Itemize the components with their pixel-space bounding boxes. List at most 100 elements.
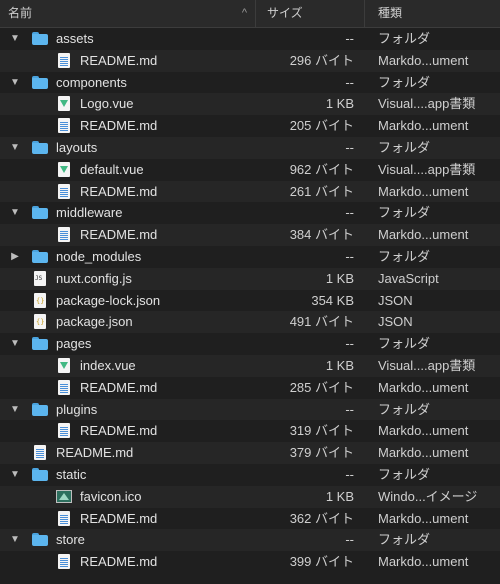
disclosure-closed-icon[interactable]: ▶ xyxy=(8,246,22,268)
file-row[interactable]: README.md 399 バイト Markdo...ument xyxy=(0,551,500,573)
item-size: -- xyxy=(345,336,354,352)
item-name: assets xyxy=(56,31,94,46)
disclosure-open-icon[interactable]: ▼ xyxy=(8,137,22,159)
folder-icon xyxy=(32,249,48,264)
sort-ascending-icon: ^ xyxy=(241,7,247,19)
column-header-kind[interactable]: 種類 xyxy=(366,0,500,27)
item-kind: フォルダ xyxy=(378,336,431,352)
item-kind: フォルダ xyxy=(378,31,431,46)
vue-file-icon xyxy=(56,357,72,373)
image-file-icon xyxy=(56,489,72,504)
item-kind: Markdo...ument xyxy=(378,118,469,134)
item-name: pages xyxy=(56,336,92,352)
item-kind: JSON xyxy=(378,292,413,308)
folder-icon xyxy=(32,337,48,351)
item-name: favicon.ico xyxy=(80,488,142,504)
item-name: README.md xyxy=(80,183,158,199)
file-row[interactable]: README.md 261 バイト Markdo...ument xyxy=(0,180,500,203)
disclosure-open-icon[interactable]: ▼ xyxy=(8,28,22,50)
item-kind: Markdo...ument xyxy=(378,227,469,243)
folder-icon xyxy=(32,140,48,155)
item-kind: フォルダ xyxy=(378,401,431,417)
folder-row[interactable]: ▼ plugins -- フォルダ xyxy=(0,398,500,421)
item-name: node_modules xyxy=(56,248,142,264)
disclosure-open-icon[interactable]: ▼ xyxy=(8,464,22,486)
item-kind: フォルダ xyxy=(378,466,431,482)
file-row[interactable]: README.md 296 バイト Markdo...ument xyxy=(0,49,500,72)
markdown-file-icon xyxy=(56,118,72,134)
item-size: 1 KB xyxy=(325,270,354,286)
markdown-file-icon xyxy=(32,445,48,461)
file-row[interactable]: {} package-lock.json 354 KB JSON xyxy=(0,290,500,312)
disclosure-open-icon[interactable]: ▼ xyxy=(8,399,22,421)
file-row[interactable]: README.md 362 バイト Markdo...ument xyxy=(0,508,500,530)
item-kind: フォルダ xyxy=(378,248,431,264)
folder-row[interactable]: ▼ assets -- フォルダ xyxy=(0,28,500,50)
column-header-size-label: サイズ xyxy=(267,6,303,20)
markdown-file-icon xyxy=(56,510,72,526)
disclosure-open-icon[interactable]: ▼ xyxy=(8,529,22,551)
item-name: README.md xyxy=(80,118,158,134)
item-size: 205 バイト xyxy=(289,118,354,134)
item-name: middleware xyxy=(56,205,123,221)
item-kind: Markdo...ument xyxy=(378,423,469,439)
markdown-file-icon xyxy=(56,554,72,570)
folder-row[interactable]: ▼ pages -- フォルダ xyxy=(0,333,500,355)
item-kind: フォルダ xyxy=(378,139,431,155)
disclosure-open-icon[interactable]: ▼ xyxy=(8,333,22,355)
item-name: layouts xyxy=(56,139,98,155)
item-name: README.md xyxy=(80,423,158,439)
folder-icon xyxy=(32,32,48,46)
item-size: 354 KB xyxy=(311,292,354,308)
file-row[interactable]: JS nuxt.config.js 1 KB JavaScript xyxy=(0,267,500,290)
file-row[interactable]: Logo.vue 1 KB Visual....app書類 xyxy=(0,93,500,116)
item-size: -- xyxy=(345,74,354,90)
markdown-file-icon xyxy=(56,227,72,243)
file-row[interactable]: favicon.ico 1 KB Windo...イメージ xyxy=(0,485,500,508)
file-row[interactable]: README.md 319 バイト Markdo...ument xyxy=(0,420,500,442)
item-kind: フォルダ xyxy=(378,205,431,221)
file-row[interactable]: README.md 384 バイト Markdo...ument xyxy=(0,224,500,246)
folder-row[interactable]: ▶ node_modules -- フォルダ xyxy=(0,246,500,268)
file-row[interactable]: index.vue 1 KB Visual....app書類 xyxy=(0,354,500,377)
folder-row[interactable]: ▼ layouts -- フォルダ xyxy=(0,136,500,159)
folder-row[interactable]: ▼ components -- フォルダ xyxy=(0,72,500,94)
column-header-name[interactable]: 名前 ^ xyxy=(0,0,256,27)
item-name: static xyxy=(56,466,87,482)
file-row[interactable]: {} package.json 491 バイト JSON xyxy=(0,311,500,334)
item-size: 399 バイト xyxy=(289,554,354,570)
item-kind: Windo...イメージ xyxy=(378,488,478,504)
file-row[interactable]: README.md 205 バイト Markdo...ument xyxy=(0,115,500,137)
item-name: README.md xyxy=(80,227,158,243)
file-row[interactable]: default.vue 962 バイト Visual....app書類 xyxy=(0,159,500,181)
item-size: 491 バイト xyxy=(289,314,354,330)
item-name: default.vue xyxy=(80,161,144,177)
item-size: -- xyxy=(345,248,354,264)
item-size: 379 バイト xyxy=(289,445,354,461)
disclosure-open-icon[interactable]: ▼ xyxy=(8,72,22,94)
folder-row[interactable]: ▼ store -- フォルダ xyxy=(0,529,500,552)
item-kind: JSON xyxy=(378,314,413,330)
folder-row[interactable]: ▼ static -- フォルダ xyxy=(0,464,500,486)
item-size: -- xyxy=(345,139,354,155)
item-size: -- xyxy=(345,205,354,221)
column-header-size[interactable]: サイズ xyxy=(257,0,365,27)
folder-row[interactable]: ▼ middleware -- フォルダ xyxy=(0,202,500,224)
item-name: index.vue xyxy=(80,357,136,373)
disclosure-open-icon[interactable]: ▼ xyxy=(8,202,22,224)
item-kind: Markdo...ument xyxy=(378,52,469,68)
item-size: 962 バイト xyxy=(289,161,354,177)
item-size: -- xyxy=(345,466,354,482)
file-row[interactable]: README.md 379 バイト Markdo...ument xyxy=(0,442,500,464)
folder-icon xyxy=(32,467,48,482)
item-name: store xyxy=(56,532,85,548)
item-name: README.md xyxy=(56,445,134,461)
file-row[interactable]: README.md 285 バイト Markdo...ument xyxy=(0,377,500,399)
item-kind: Markdo...ument xyxy=(378,379,469,395)
column-header: 名前 ^ サイズ 種類 xyxy=(0,0,500,28)
item-kind: Visual....app書類 xyxy=(378,161,476,177)
vue-file-icon xyxy=(56,96,72,112)
item-name: nuxt.config.js xyxy=(56,270,132,286)
item-size: -- xyxy=(345,401,354,417)
item-kind: フォルダ xyxy=(378,532,431,548)
